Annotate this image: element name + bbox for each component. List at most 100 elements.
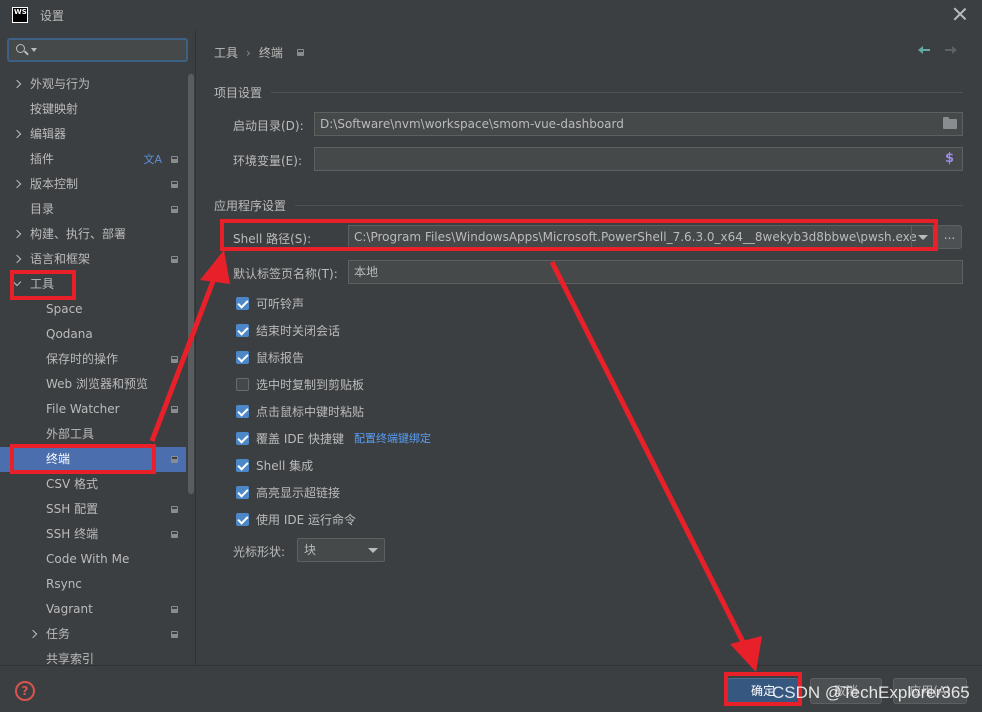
sidebar-item-label: Web 浏览器和预览 (46, 377, 148, 391)
sidebar-scrollbar[interactable] (188, 74, 194, 494)
chevron-right-icon[interactable] (12, 79, 22, 89)
checkbox[interactable] (236, 350, 249, 364)
chevron-down-icon (368, 548, 378, 553)
sidebar-item-label: Rsync (46, 577, 82, 591)
sidebar-item[interactable]: 插件 文A (0, 147, 186, 172)
chevron-down-icon[interactable] (12, 277, 22, 287)
project-level-icon (171, 206, 178, 213)
cursor-shape-label: 光标形状: (233, 545, 286, 559)
checkbox-row[interactable]: 点击鼠标中键时粘贴 (236, 402, 364, 420)
checkbox-row[interactable]: 使用 IDE 运行命令 (236, 510, 356, 528)
sidebar-item-label: 版本控制 (30, 177, 79, 191)
checkbox-label: 高亮显示超链接 (256, 485, 341, 500)
sidebar-item-label: 保存时的操作 (46, 352, 119, 366)
settings-search-input[interactable] (7, 38, 188, 62)
checkbox[interactable] (236, 404, 249, 418)
shell-path-value: C:\Program Files\WindowsApps\Microsoft.P… (354, 230, 917, 244)
sidebar-item[interactable]: 版本控制 (0, 172, 186, 197)
divider (295, 205, 963, 206)
checkbox-row[interactable]: 高亮显示超链接 (236, 483, 340, 501)
project-level-icon (296, 49, 304, 56)
sidebar-item[interactable]: Web 浏览器和预览 (0, 372, 186, 397)
close-icon[interactable] (952, 6, 968, 22)
project-level-icon (171, 181, 178, 188)
help-icon[interactable]: ? (15, 681, 35, 701)
project-level-icon (171, 631, 178, 638)
chevron-right-icon[interactable] (12, 229, 22, 239)
sidebar-item-label: Qodana (46, 327, 93, 341)
project-level-icon (171, 156, 178, 163)
checkbox[interactable] (236, 485, 249, 499)
sidebar-item[interactable]: CSV 格式 (0, 472, 186, 497)
sidebar-item[interactable]: 语言和框架 (0, 247, 186, 272)
sidebar-item[interactable]: 目录 (0, 197, 186, 222)
tab-name-field[interactable]: 本地 (348, 260, 963, 284)
project-level-icon (171, 456, 178, 463)
sidebar-item[interactable]: File Watcher (0, 397, 186, 422)
env-vars-label: 环境变量(E): (233, 154, 302, 168)
checkbox[interactable] (236, 296, 249, 310)
ok-button[interactable]: 确定 (727, 678, 799, 704)
browse-shell-button[interactable]: ... (937, 225, 962, 249)
sidebar-item[interactable]: 构建、执行、部署 (0, 222, 186, 247)
chevron-right-icon[interactable] (12, 129, 22, 139)
checkbox-label: 鼠标报告 (256, 350, 305, 365)
checkbox[interactable] (236, 458, 249, 472)
apply-button[interactable]: 应用(A) (893, 678, 967, 704)
shell-path-combobox[interactable]: C:\Program Files\WindowsApps\Microsoft.P… (348, 225, 934, 249)
dialog-footer: ? 确定 取消 应用(A) (0, 665, 982, 712)
configure-terminal-keybindings-link[interactable]: 配置终端键绑定 (354, 430, 431, 446)
chevron-down-icon[interactable] (911, 226, 933, 248)
back-arrow-icon[interactable] (918, 45, 930, 55)
sidebar-item[interactable]: SSH 终端 (0, 522, 186, 547)
sidebar-item[interactable]: 外观与行为 (0, 72, 186, 97)
start-dir-field[interactable]: D:\Software\nvm\workspace\smom-vue-dashb… (314, 112, 963, 136)
sidebar-item[interactable]: SSH 配置 (0, 497, 186, 522)
forward-arrow-icon[interactable] (945, 45, 957, 55)
sidebar-item[interactable]: 保存时的操作 (0, 347, 186, 372)
sidebar-item-label: Code With Me (46, 552, 130, 566)
cancel-button[interactable]: 取消 (810, 678, 882, 704)
sidebar-item[interactable]: Space (0, 297, 186, 322)
sidebar-item[interactable]: 任务 (0, 622, 186, 647)
checkbox-row[interactable]: 鼠标报告 (236, 348, 304, 366)
folder-icon[interactable] (943, 117, 957, 129)
sidebar-item-label: 工具 (30, 277, 55, 291)
checkbox-row[interactable]: 可听铃声 (236, 294, 304, 312)
breadcrumb-parent[interactable]: 工具 (214, 44, 238, 61)
sidebar-item[interactable]: Rsync (0, 572, 186, 597)
sidebar-item[interactable]: 工具 (0, 272, 186, 297)
sidebar-item-label: CSV 格式 (46, 477, 99, 491)
chevron-down-icon[interactable] (31, 48, 37, 52)
sidebar-item-label: 终端 (46, 452, 71, 466)
checkbox[interactable] (236, 323, 249, 337)
cursor-shape-select[interactable]: 块 (297, 538, 385, 562)
project-level-icon (171, 531, 178, 538)
sidebar-item[interactable]: Code With Me (0, 547, 186, 572)
sidebar-item[interactable]: Qodana (0, 322, 186, 347)
dollar-icon[interactable]: $ (945, 148, 954, 170)
sidebar-item[interactable]: 外部工具 (0, 422, 186, 447)
checkbox-row[interactable]: 结束时关闭会话 (236, 321, 340, 339)
checkbox-row[interactable]: Shell 集成 (236, 456, 313, 474)
checkbox[interactable] (236, 512, 249, 526)
sidebar-item-label: 外部工具 (46, 427, 95, 441)
checkbox[interactable] (236, 431, 249, 445)
sidebar-item-label: SSH 终端 (46, 527, 99, 541)
sidebar-item[interactable]: Vagrant (0, 597, 186, 622)
title-bar: WS 设置 (0, 0, 982, 30)
sidebar-item[interactable]: 按键映射 (0, 97, 186, 122)
sidebar-item[interactable]: 共享索引 (0, 647, 186, 665)
checkbox-label: 选中时复制到剪贴板 (256, 377, 365, 392)
env-vars-field[interactable]: $ (314, 147, 963, 171)
chevron-right-icon[interactable] (28, 629, 38, 639)
chevron-right-icon[interactable] (12, 179, 22, 189)
start-dir-label: 启动目录(D): (233, 119, 304, 133)
checkbox-row[interactable]: 覆盖 IDE 快捷键 配置终端键绑定 (236, 429, 431, 447)
chevron-right-icon[interactable] (12, 254, 22, 264)
checkbox-row[interactable]: 选中时复制到剪贴板 (236, 375, 364, 393)
cursor-shape-value: 块 (304, 543, 317, 557)
sidebar-item[interactable]: 终端 (0, 447, 186, 472)
sidebar-item[interactable]: 编辑器 (0, 122, 186, 147)
checkbox[interactable] (236, 377, 249, 391)
